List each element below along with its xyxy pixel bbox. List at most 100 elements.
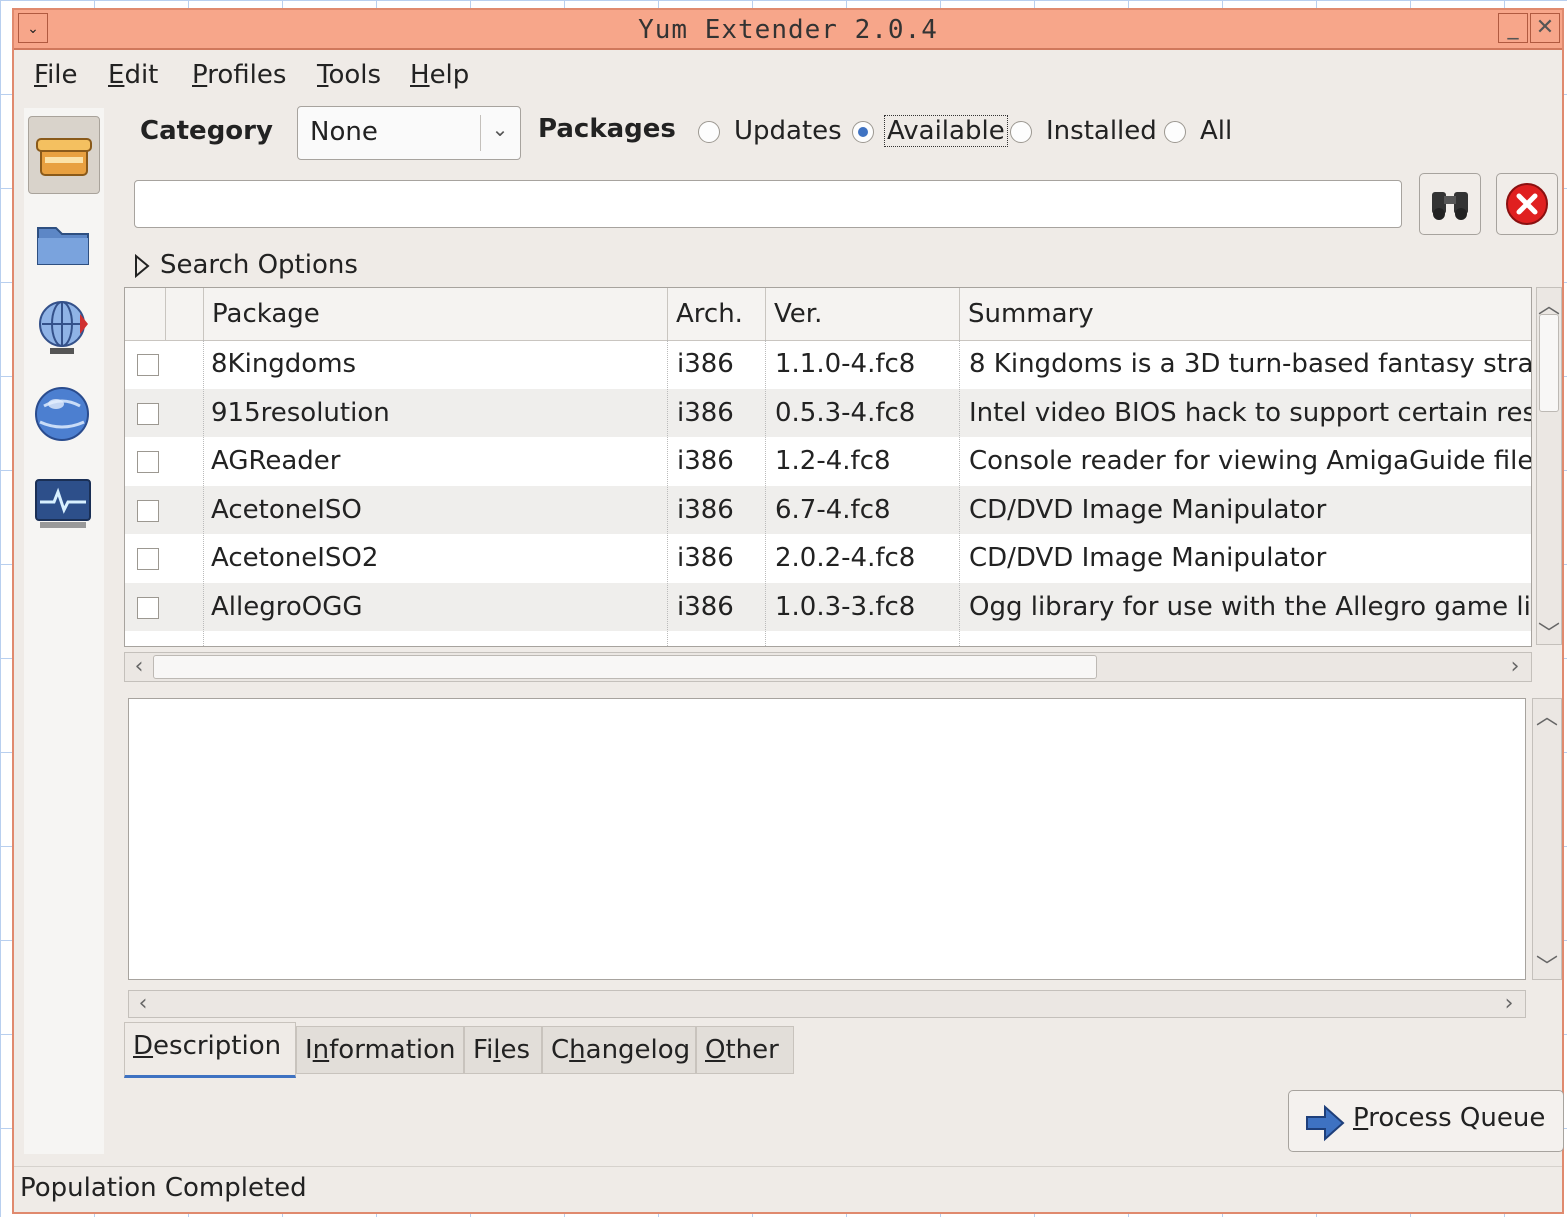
arrow-right-icon [1305, 1103, 1345, 1147]
tab-files[interactable]: Files [464, 1026, 542, 1074]
table-row[interactable]: 8Kingdoms i386 1.1.0-4.fc8 8 Kingdoms is… [125, 340, 1531, 389]
package-arch: i386 [677, 397, 734, 428]
table-vertical-scrollbar[interactable]: ︿ ﹀ [1536, 287, 1562, 648]
scroll-down-icon[interactable]: ﹀ [1533, 949, 1561, 981]
column-divider [667, 340, 668, 646]
radio-all-label[interactable]: All [1200, 116, 1232, 146]
package-summary: CD/DVD Image Manipulator [969, 494, 1327, 525]
column-divider [765, 340, 766, 646]
table-horizontal-scrollbar[interactable]: ‹ › [124, 652, 1532, 682]
table-row[interactable]: AcetoneISO i386 6.7-4.fc8 CD/DVD Image M… [125, 485, 1531, 534]
sidebar-item-output[interactable] [28, 464, 100, 542]
category-value: None [310, 117, 378, 147]
package-name: AcetoneISO [211, 494, 362, 525]
sidebar-item-queue[interactable] [28, 378, 100, 456]
scrollbar-thumb[interactable] [1539, 314, 1559, 412]
sidebar-item-groups[interactable] [28, 204, 100, 282]
window-title: Yum Extender 2.0.4 [638, 15, 938, 45]
radio-updates-label[interactable]: Updates [734, 116, 842, 146]
row-checkbox[interactable] [137, 499, 159, 522]
search-options-expander[interactable]: Search Options [134, 250, 358, 280]
package-summary: 8 Kingdoms is a 3D turn-based fantasy st… [969, 349, 1532, 379]
close-button[interactable]: ✕ [1530, 13, 1560, 43]
table-row[interactable]: AllegroOGG i386 1.0.3-3.fc8 Ogg library … [125, 582, 1532, 631]
view-sidebar [24, 108, 104, 1154]
package-box-icon [29, 138, 99, 197]
header-package[interactable]: Package [203, 288, 667, 340]
package-name: 915resolution [211, 397, 390, 428]
repository-globe-icon [28, 301, 98, 372]
radio-available[interactable] [852, 121, 874, 143]
description-text-area[interactable] [128, 698, 1526, 980]
packages-label: Packages [538, 114, 676, 144]
sidebar-item-repositories[interactable] [28, 292, 100, 370]
table-row[interactable]: 915resolution i386 0.5.3-4.fc8 Intel vid… [125, 388, 1531, 437]
process-queue-button[interactable]: Process Queue [1288, 1090, 1564, 1152]
minimize-button[interactable]: _ [1498, 13, 1528, 43]
row-checkbox[interactable] [137, 451, 159, 473]
column-divider [203, 340, 204, 646]
package-arch: i386 [677, 446, 734, 476]
globe-icon [28, 387, 98, 458]
tab-changelog[interactable]: Changelog [542, 1026, 696, 1074]
menu-profiles[interactable]: Profiles [192, 60, 286, 90]
menu-tools[interactable]: Tools [317, 60, 381, 90]
menu-bar: File Edit Profiles Tools Help [14, 52, 1562, 102]
radio-all[interactable] [1164, 121, 1186, 143]
search-button[interactable] [1419, 173, 1481, 235]
scroll-right-icon[interactable]: › [1497, 991, 1521, 1016]
description-horizontal-scrollbar[interactable]: ‹ › [128, 990, 1526, 1018]
row-checkbox[interactable] [137, 548, 159, 570]
header-select[interactable] [125, 288, 165, 340]
scroll-left-icon[interactable]: ‹ [127, 654, 151, 679]
row-checkbox[interactable] [137, 402, 159, 425]
table-row[interactable]: AcetoneISO2 i386 2.0.2-4.fc8 CD/DVD Imag… [125, 534, 1531, 583]
package-version: 1.1.0-4.fc8 [775, 349, 916, 379]
scroll-left-icon[interactable]: ‹ [131, 991, 155, 1016]
tab-information[interactable]: Information [296, 1026, 464, 1074]
package-arch: i386 [677, 349, 734, 379]
package-name: AGReader [211, 446, 341, 476]
status-bar: Population Completed [14, 1166, 1562, 1213]
header-arch[interactable]: Arch. [667, 288, 765, 340]
package-arch: i386 [677, 543, 734, 573]
sidebar-item-packages[interactable] [28, 116, 100, 194]
package-version: 6.7-4.fc8 [775, 494, 891, 525]
triangle-right-icon [134, 250, 160, 280]
row-checkbox[interactable] [137, 354, 159, 376]
package-name: AllegroOGG [211, 591, 363, 622]
scrollbar-thumb[interactable] [153, 655, 1097, 679]
scroll-right-icon[interactable]: › [1503, 654, 1527, 679]
package-version: 1.0.3-3.fc8 [775, 591, 916, 622]
main-window: ⌄ Yum Extender 2.0.4 _ ✕ File Edit Profi… [12, 8, 1564, 1214]
header-summary[interactable]: Summary [959, 288, 1531, 340]
row-checkbox[interactable] [137, 596, 159, 619]
radio-installed[interactable] [1010, 121, 1032, 143]
scroll-down-icon[interactable]: ﹀ [1537, 616, 1561, 648]
header-ver[interactable]: Ver. [765, 288, 959, 340]
header-blank[interactable] [165, 288, 203, 340]
table-header: Package Arch. Ver. Summary [125, 288, 1531, 341]
scroll-up-icon[interactable]: ︿ [1533, 699, 1561, 731]
menu-edit[interactable]: Edit [108, 60, 158, 90]
package-version: 0.5.3-4.fc8 [775, 397, 916, 428]
clear-search-button[interactable] [1496, 173, 1558, 235]
combo-separator [480, 115, 481, 151]
radio-available-label[interactable]: Available [884, 115, 1008, 147]
tab-description[interactable]: Description [124, 1022, 296, 1078]
package-name: AcetoneISO2 [211, 543, 379, 573]
search-input[interactable] [134, 180, 1402, 228]
tab-other[interactable]: Other [696, 1026, 794, 1074]
menu-file[interactable]: File [34, 60, 78, 90]
menu-help[interactable]: Help [410, 60, 469, 90]
radio-updates[interactable] [698, 121, 720, 143]
radio-installed-label[interactable]: Installed [1046, 116, 1157, 146]
package-summary: Ogg library for use with the Allegro gam… [969, 591, 1532, 622]
chevron-down-icon: ⌄ [491, 117, 509, 141]
title-bar[interactable]: ⌄ Yum Extender 2.0.4 _ ✕ [14, 10, 1562, 50]
description-vertical-scrollbar[interactable]: ︿ ﹀ [1532, 698, 1562, 980]
column-divider [959, 340, 960, 646]
table-row[interactable]: AGReader i386 1.2-4.fc8 Console reader f… [125, 437, 1531, 486]
package-arch: i386 [677, 494, 734, 525]
category-select[interactable]: None ⌄ [297, 106, 521, 160]
